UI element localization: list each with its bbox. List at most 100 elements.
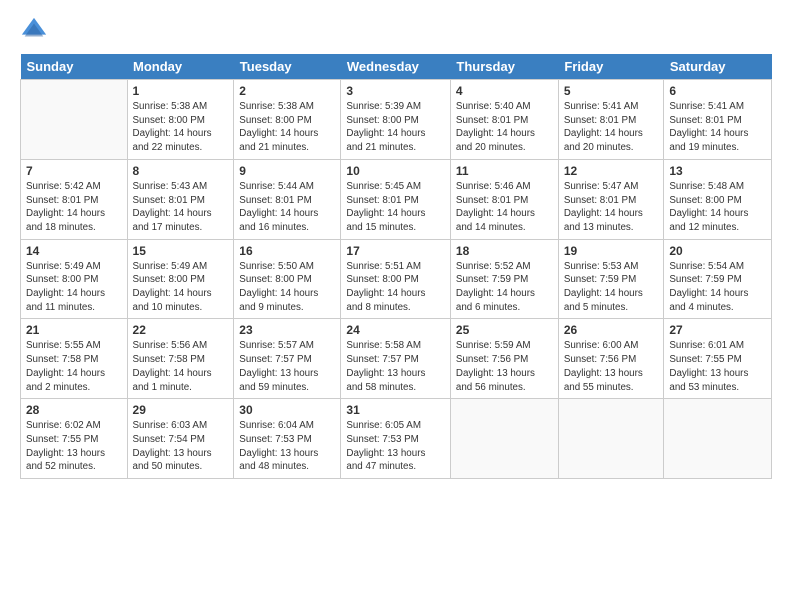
day-info: Sunrise: 5:45 AM Sunset: 8:01 PM Dayligh…: [346, 180, 445, 235]
weekday-header-tuesday: Tuesday: [234, 54, 341, 80]
calendar-cell: 23 Sunrise: 5:57 AM Sunset: 7:57 PM Dayli…: [234, 319, 341, 399]
day-number: 15: [133, 244, 229, 258]
calendar-cell: [664, 399, 772, 479]
calendar-cell: 18 Sunrise: 5:52 AM Sunset: 7:59 PM Dayli…: [450, 239, 558, 319]
calendar-cell: 28 Sunrise: 6:02 AM Sunset: 7:55 PM Dayli…: [21, 399, 128, 479]
calendar-cell: 2Sunrise: 5:38 AM Sunset: 8:00 PM Daylig…: [234, 80, 341, 160]
calendar-cell: [450, 399, 558, 479]
day-info: Sunrise: 5:40 AM Sunset: 8:01 PM Dayligh…: [456, 100, 553, 155]
day-info: Sunrise: 5:56 AM Sunset: 7:58 PM Dayligh…: [133, 339, 229, 394]
weekday-header-sunday: Sunday: [21, 54, 128, 80]
day-info: Sunrise: 5:51 AM Sunset: 8:00 PM Dayligh…: [346, 260, 445, 315]
day-info: Sunrise: 5:43 AM Sunset: 8:01 PM Dayligh…: [133, 180, 229, 235]
day-info: Sunrise: 5:57 AM Sunset: 7:57 PM Dayligh…: [239, 339, 335, 394]
day-number: 12: [564, 164, 659, 178]
day-info: Sunrise: 6:02 AM Sunset: 7:55 PM Dayligh…: [26, 419, 122, 474]
calendar-cell: 20 Sunrise: 5:54 AM Sunset: 7:59 PM Dayli…: [664, 239, 772, 319]
calendar-cell: 12 Sunrise: 5:47 AM Sunset: 8:01 PM Dayli…: [558, 159, 664, 239]
day-info: Sunrise: 5:38 AM Sunset: 8:00 PM Dayligh…: [133, 100, 229, 155]
day-number: 4: [456, 84, 553, 98]
weekday-header-wednesday: Wednesday: [341, 54, 451, 80]
calendar-week-row: 1 Sunrise: 5:38 AM Sunset: 8:00 PM Daylig…: [21, 80, 772, 160]
calendar-table: SundayMondayTuesdayWednesdayThursdayFrid…: [20, 54, 772, 479]
day-info: Sunrise: 5:49 AM Sunset: 8:00 PM Dayligh…: [26, 260, 122, 315]
logo: [20, 16, 50, 44]
day-info: Sunrise: 5:41 AM Sunset: 8:01 PM Dayligh…: [564, 100, 659, 155]
day-number: 30: [239, 403, 335, 417]
day-number: 27: [669, 323, 766, 337]
day-number: 8: [133, 164, 229, 178]
day-number: 31: [346, 403, 445, 417]
day-number: 19: [564, 244, 659, 258]
day-number: 24: [346, 323, 445, 337]
day-info: Sunrise: 5:54 AM Sunset: 7:59 PM Dayligh…: [669, 260, 766, 315]
day-info: Sunrise: 5:48 AM Sunset: 8:00 PM Dayligh…: [669, 180, 766, 235]
calendar-cell: [21, 80, 128, 160]
day-info: Sunrise: 5:55 AM Sunset: 7:58 PM Dayligh…: [26, 339, 122, 394]
day-number: 20: [669, 244, 766, 258]
calendar-cell: 13 Sunrise: 5:48 AM Sunset: 8:00 PM Dayli…: [664, 159, 772, 239]
calendar-cell: 21 Sunrise: 5:55 AM Sunset: 7:58 PM Dayli…: [21, 319, 128, 399]
day-number: 28: [26, 403, 122, 417]
calendar-cell: 1 Sunrise: 5:38 AM Sunset: 8:00 PM Daylig…: [127, 80, 234, 160]
weekday-header-friday: Friday: [558, 54, 664, 80]
calendar-cell: 16Sunrise: 5:50 AM Sunset: 8:00 PM Dayli…: [234, 239, 341, 319]
calendar-cell: 10 Sunrise: 5:45 AM Sunset: 8:01 PM Dayli…: [341, 159, 451, 239]
day-number: 21: [26, 323, 122, 337]
day-info: Sunrise: 5:58 AM Sunset: 7:57 PM Dayligh…: [346, 339, 445, 394]
calendar-cell: 30 Sunrise: 6:04 AM Sunset: 7:53 PM Dayli…: [234, 399, 341, 479]
day-number: 7: [26, 164, 122, 178]
day-number: 16: [239, 244, 335, 258]
day-number: 9: [239, 164, 335, 178]
weekday-header-row: SundayMondayTuesdayWednesdayThursdayFrid…: [21, 54, 772, 80]
day-info: Sunrise: 6:01 AM Sunset: 7:55 PM Dayligh…: [669, 339, 766, 394]
calendar-cell: 5 Sunrise: 5:41 AM Sunset: 8:01 PM Daylig…: [558, 80, 664, 160]
day-info: Sunrise: 5:52 AM Sunset: 7:59 PM Dayligh…: [456, 260, 553, 315]
day-number: 29: [133, 403, 229, 417]
weekday-header-monday: Monday: [127, 54, 234, 80]
calendar-cell: 22Sunrise: 5:56 AM Sunset: 7:58 PM Dayli…: [127, 319, 234, 399]
calendar-cell: 4 Sunrise: 5:40 AM Sunset: 8:01 PM Daylig…: [450, 80, 558, 160]
day-number: 3: [346, 84, 445, 98]
day-number: 5: [564, 84, 659, 98]
day-number: 14: [26, 244, 122, 258]
day-info: Sunrise: 6:00 AM Sunset: 7:56 PM Dayligh…: [564, 339, 659, 394]
calendar-cell: 19Sunrise: 5:53 AM Sunset: 7:59 PM Dayli…: [558, 239, 664, 319]
day-info: Sunrise: 6:04 AM Sunset: 7:53 PM Dayligh…: [239, 419, 335, 474]
day-number: 17: [346, 244, 445, 258]
day-info: Sunrise: 5:59 AM Sunset: 7:56 PM Dayligh…: [456, 339, 553, 394]
calendar-cell: 25Sunrise: 5:59 AM Sunset: 7:56 PM Dayli…: [450, 319, 558, 399]
day-info: Sunrise: 6:05 AM Sunset: 7:53 PM Dayligh…: [346, 419, 445, 474]
day-info: Sunrise: 5:44 AM Sunset: 8:01 PM Dayligh…: [239, 180, 335, 235]
calendar-week-row: 21 Sunrise: 5:55 AM Sunset: 7:58 PM Dayli…: [21, 319, 772, 399]
calendar-cell: 31 Sunrise: 6:05 AM Sunset: 7:53 PM Dayli…: [341, 399, 451, 479]
day-number: 26: [564, 323, 659, 337]
day-info: Sunrise: 5:39 AM Sunset: 8:00 PM Dayligh…: [346, 100, 445, 155]
day-info: Sunrise: 5:46 AM Sunset: 8:01 PM Dayligh…: [456, 180, 553, 235]
day-number: 10: [346, 164, 445, 178]
day-number: 1: [133, 84, 229, 98]
calendar-cell: 14 Sunrise: 5:49 AM Sunset: 8:00 PM Dayli…: [21, 239, 128, 319]
day-info: Sunrise: 5:49 AM Sunset: 8:00 PM Dayligh…: [133, 260, 229, 315]
weekday-header-thursday: Thursday: [450, 54, 558, 80]
logo-icon: [20, 16, 48, 44]
day-info: Sunrise: 5:41 AM Sunset: 8:01 PM Dayligh…: [669, 100, 766, 155]
header: [20, 16, 772, 44]
calendar-cell: 24 Sunrise: 5:58 AM Sunset: 7:57 PM Dayli…: [341, 319, 451, 399]
calendar-cell: 8 Sunrise: 5:43 AM Sunset: 8:01 PM Daylig…: [127, 159, 234, 239]
day-number: 2: [239, 84, 335, 98]
calendar-cell: 6Sunrise: 5:41 AM Sunset: 8:01 PM Daylig…: [664, 80, 772, 160]
page: SundayMondayTuesdayWednesdayThursdayFrid…: [0, 0, 792, 489]
calendar-cell: 17 Sunrise: 5:51 AM Sunset: 8:00 PM Dayli…: [341, 239, 451, 319]
day-number: 18: [456, 244, 553, 258]
calendar-cell: 27 Sunrise: 6:01 AM Sunset: 7:55 PM Dayli…: [664, 319, 772, 399]
calendar-week-row: 7Sunrise: 5:42 AM Sunset: 8:01 PM Daylig…: [21, 159, 772, 239]
calendar-week-row: 28 Sunrise: 6:02 AM Sunset: 7:55 PM Dayli…: [21, 399, 772, 479]
calendar-cell: 26 Sunrise: 6:00 AM Sunset: 7:56 PM Dayli…: [558, 319, 664, 399]
calendar-cell: 29Sunrise: 6:03 AM Sunset: 7:54 PM Dayli…: [127, 399, 234, 479]
day-number: 23: [239, 323, 335, 337]
calendar-cell: 15 Sunrise: 5:49 AM Sunset: 8:00 PM Dayli…: [127, 239, 234, 319]
day-number: 13: [669, 164, 766, 178]
calendar-cell: 9 Sunrise: 5:44 AM Sunset: 8:01 PM Daylig…: [234, 159, 341, 239]
day-info: Sunrise: 5:47 AM Sunset: 8:01 PM Dayligh…: [564, 180, 659, 235]
